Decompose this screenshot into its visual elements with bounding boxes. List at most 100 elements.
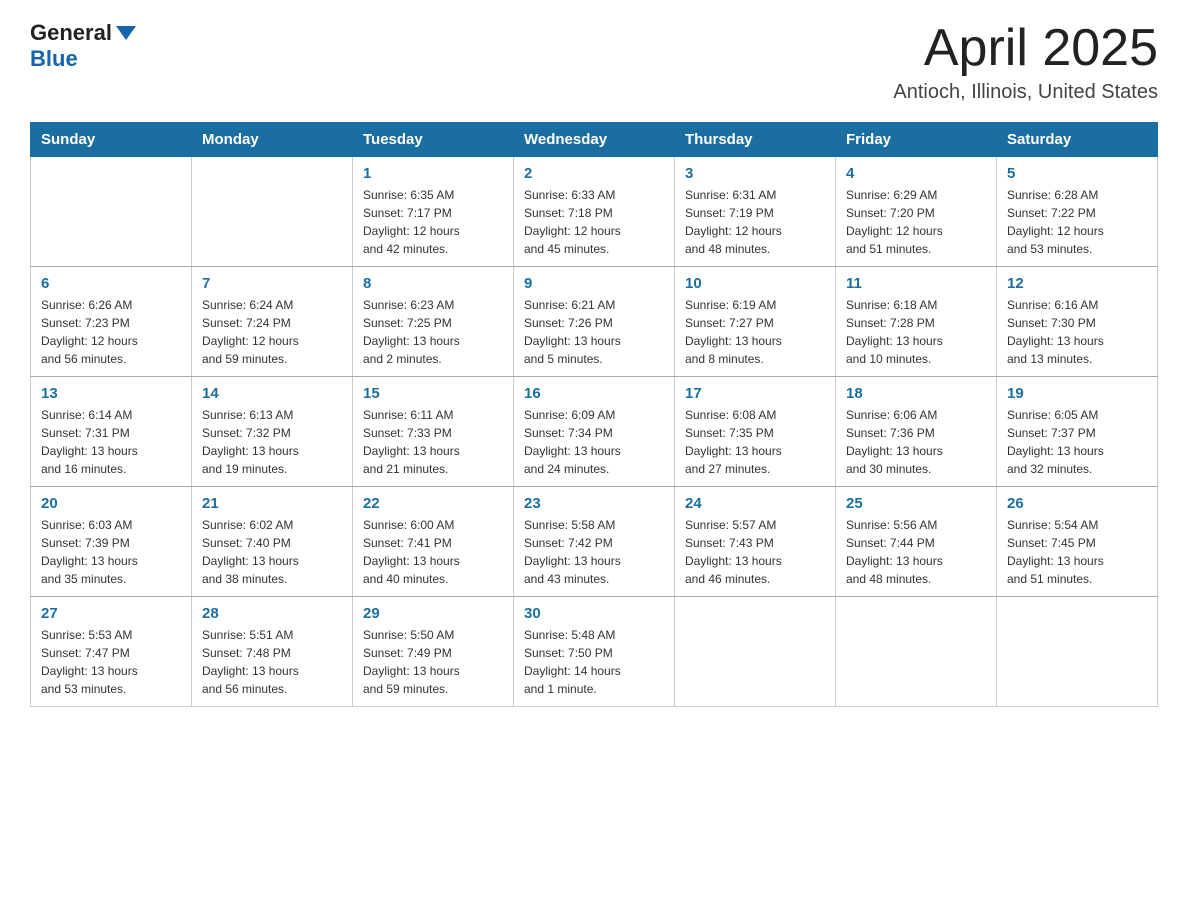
- day-number: 24: [685, 495, 825, 512]
- weekday-header-wednesday: Wednesday: [514, 123, 675, 157]
- day-info: Sunrise: 6:00 AM Sunset: 7:41 PM Dayligh…: [363, 516, 503, 588]
- day-info: Sunrise: 6:14 AM Sunset: 7:31 PM Dayligh…: [41, 406, 181, 478]
- calendar-day-cell: 20Sunrise: 6:03 AM Sunset: 7:39 PM Dayli…: [31, 487, 192, 597]
- calendar-day-cell: 8Sunrise: 6:23 AM Sunset: 7:25 PM Daylig…: [353, 267, 514, 377]
- weekday-header-tuesday: Tuesday: [353, 123, 514, 157]
- day-info: Sunrise: 6:26 AM Sunset: 7:23 PM Dayligh…: [41, 296, 181, 368]
- calendar-day-cell: 2 Sunrise: 6:33 AM Sunset: 7:18 PM Daylig…: [514, 157, 675, 267]
- day-number: 4: [846, 165, 986, 182]
- day-number: 23: [524, 495, 664, 512]
- page-header: General Blue April 2025 Antioch, Illinoi…: [30, 20, 1158, 104]
- weekday-header-thursday: Thursday: [675, 123, 836, 157]
- day-info: Sunrise: 5:48 AM Sunset: 7:50 PM Dayligh…: [524, 626, 664, 698]
- day-number: 25: [846, 495, 986, 512]
- day-info: Sunrise: 6:28 AM Sunset: 7:22 PM Dayligh…: [1007, 186, 1147, 258]
- calendar-day-cell: 29 Sunrise: 5:50 AM Sunset: 7:49 PM Dayli…: [353, 597, 514, 707]
- weekday-header-monday: Monday: [192, 123, 353, 157]
- weekday-header-sunday: Sunday: [31, 123, 192, 157]
- day-number: 7: [202, 275, 342, 292]
- day-number: 1: [363, 165, 503, 182]
- calendar-day-cell: 15 Sunrise: 6:11 AM Sunset: 7:33 PM Dayli…: [353, 377, 514, 487]
- calendar-day-cell: 23 Sunrise: 5:58 AM Sunset: 7:42 PM Dayli…: [514, 487, 675, 597]
- day-number: 21: [202, 495, 342, 512]
- header-right: April 2025 Antioch, Illinois, United Sta…: [893, 20, 1158, 104]
- day-info: Sunrise: 6:18 AM Sunset: 7:28 PM Dayligh…: [846, 296, 986, 368]
- day-info: Sunrise: 6:35 AM Sunset: 7:17 PM Dayligh…: [363, 186, 503, 258]
- calendar-day-cell: 16 Sunrise: 6:09 AM Sunset: 7:34 PM Dayli…: [514, 377, 675, 487]
- calendar-day-cell: 18Sunrise: 6:06 AM Sunset: 7:36 PM Dayli…: [836, 377, 997, 487]
- calendar-day-cell: 13 Sunrise: 6:14 AM Sunset: 7:31 PM Dayli…: [31, 377, 192, 487]
- calendar-week-row: 13 Sunrise: 6:14 AM Sunset: 7:31 PM Dayli…: [31, 377, 1158, 487]
- logo: General Blue: [30, 20, 138, 72]
- day-info: Sunrise: 6:33 AM Sunset: 7:18 PM Dayligh…: [524, 186, 664, 258]
- day-number: 30: [524, 605, 664, 622]
- calendar-day-cell: [675, 597, 836, 707]
- day-number: 29: [363, 605, 503, 622]
- day-info: Sunrise: 5:53 AM Sunset: 7:47 PM Dayligh…: [41, 626, 181, 698]
- calendar-day-cell: 19 Sunrise: 6:05 AM Sunset: 7:37 PM Dayli…: [997, 377, 1158, 487]
- day-number: 5: [1007, 165, 1147, 182]
- day-number: 20: [41, 495, 181, 512]
- day-info: Sunrise: 5:57 AM Sunset: 7:43 PM Dayligh…: [685, 516, 825, 588]
- day-info: Sunrise: 6:16 AM Sunset: 7:30 PM Dayligh…: [1007, 296, 1147, 368]
- day-info: Sunrise: 6:05 AM Sunset: 7:37 PM Dayligh…: [1007, 406, 1147, 478]
- calendar-day-cell: [997, 597, 1158, 707]
- calendar-day-cell: 14Sunrise: 6:13 AM Sunset: 7:32 PM Dayli…: [192, 377, 353, 487]
- calendar-day-cell: 4 Sunrise: 6:29 AM Sunset: 7:20 PM Daylig…: [836, 157, 997, 267]
- day-info: Sunrise: 6:31 AM Sunset: 7:19 PM Dayligh…: [685, 186, 825, 258]
- day-info: Sunrise: 6:08 AM Sunset: 7:35 PM Dayligh…: [685, 406, 825, 478]
- day-number: 16: [524, 385, 664, 402]
- weekday-header-row: SundayMondayTuesdayWednesdayThursdayFrid…: [31, 123, 1158, 157]
- day-number: 13: [41, 385, 181, 402]
- calendar-day-cell: 3Sunrise: 6:31 AM Sunset: 7:19 PM Daylig…: [675, 157, 836, 267]
- weekday-header-friday: Friday: [836, 123, 997, 157]
- day-number: 19: [1007, 385, 1147, 402]
- logo-triangle-icon: [116, 26, 136, 40]
- month-title: April 2025: [893, 20, 1158, 77]
- day-info: Sunrise: 6:11 AM Sunset: 7:33 PM Dayligh…: [363, 406, 503, 478]
- calendar-day-cell: 28 Sunrise: 5:51 AM Sunset: 7:48 PM Dayli…: [192, 597, 353, 707]
- day-number: 28: [202, 605, 342, 622]
- calendar-day-cell: 10Sunrise: 6:19 AM Sunset: 7:27 PM Dayli…: [675, 267, 836, 377]
- day-info: Sunrise: 6:29 AM Sunset: 7:20 PM Dayligh…: [846, 186, 986, 258]
- calendar-week-row: 27 Sunrise: 5:53 AM Sunset: 7:47 PM Dayli…: [31, 597, 1158, 707]
- calendar-table: SundayMondayTuesdayWednesdayThursdayFrid…: [30, 122, 1158, 707]
- day-number: 15: [363, 385, 503, 402]
- day-info: Sunrise: 6:09 AM Sunset: 7:34 PM Dayligh…: [524, 406, 664, 478]
- day-number: 8: [363, 275, 503, 292]
- calendar-body: 1 Sunrise: 6:35 AM Sunset: 7:17 PM Daylig…: [31, 157, 1158, 707]
- day-info: Sunrise: 5:58 AM Sunset: 7:42 PM Dayligh…: [524, 516, 664, 588]
- day-info: Sunrise: 6:24 AM Sunset: 7:24 PM Dayligh…: [202, 296, 342, 368]
- logo-general-text: General: [30, 20, 112, 46]
- calendar-day-cell: [836, 597, 997, 707]
- day-info: Sunrise: 6:21 AM Sunset: 7:26 PM Dayligh…: [524, 296, 664, 368]
- day-number: 27: [41, 605, 181, 622]
- calendar-day-cell: 24 Sunrise: 5:57 AM Sunset: 7:43 PM Dayli…: [675, 487, 836, 597]
- day-number: 18: [846, 385, 986, 402]
- calendar-day-cell: 30 Sunrise: 5:48 AM Sunset: 7:50 PM Dayli…: [514, 597, 675, 707]
- calendar-header: SundayMondayTuesdayWednesdayThursdayFrid…: [31, 123, 1158, 157]
- calendar-week-row: 20Sunrise: 6:03 AM Sunset: 7:39 PM Dayli…: [31, 487, 1158, 597]
- calendar-day-cell: 5 Sunrise: 6:28 AM Sunset: 7:22 PM Daylig…: [997, 157, 1158, 267]
- calendar-week-row: 6 Sunrise: 6:26 AM Sunset: 7:23 PM Daylig…: [31, 267, 1158, 377]
- calendar-day-cell: 17 Sunrise: 6:08 AM Sunset: 7:35 PM Dayli…: [675, 377, 836, 487]
- day-info: Sunrise: 5:51 AM Sunset: 7:48 PM Dayligh…: [202, 626, 342, 698]
- calendar-day-cell: 7 Sunrise: 6:24 AM Sunset: 7:24 PM Daylig…: [192, 267, 353, 377]
- weekday-header-saturday: Saturday: [997, 123, 1158, 157]
- day-number: 2: [524, 165, 664, 182]
- location-title: Antioch, Illinois, United States: [893, 81, 1158, 104]
- day-number: 11: [846, 275, 986, 292]
- calendar-day-cell: [31, 157, 192, 267]
- calendar-week-row: 1 Sunrise: 6:35 AM Sunset: 7:17 PM Daylig…: [31, 157, 1158, 267]
- calendar-day-cell: [192, 157, 353, 267]
- day-number: 10: [685, 275, 825, 292]
- day-number: 12: [1007, 275, 1147, 292]
- calendar-day-cell: 27 Sunrise: 5:53 AM Sunset: 7:47 PM Dayli…: [31, 597, 192, 707]
- day-info: Sunrise: 6:13 AM Sunset: 7:32 PM Dayligh…: [202, 406, 342, 478]
- day-info: Sunrise: 5:56 AM Sunset: 7:44 PM Dayligh…: [846, 516, 986, 588]
- day-number: 6: [41, 275, 181, 292]
- day-info: Sunrise: 5:50 AM Sunset: 7:49 PM Dayligh…: [363, 626, 503, 698]
- day-number: 22: [363, 495, 503, 512]
- day-number: 17: [685, 385, 825, 402]
- calendar-day-cell: 21Sunrise: 6:02 AM Sunset: 7:40 PM Dayli…: [192, 487, 353, 597]
